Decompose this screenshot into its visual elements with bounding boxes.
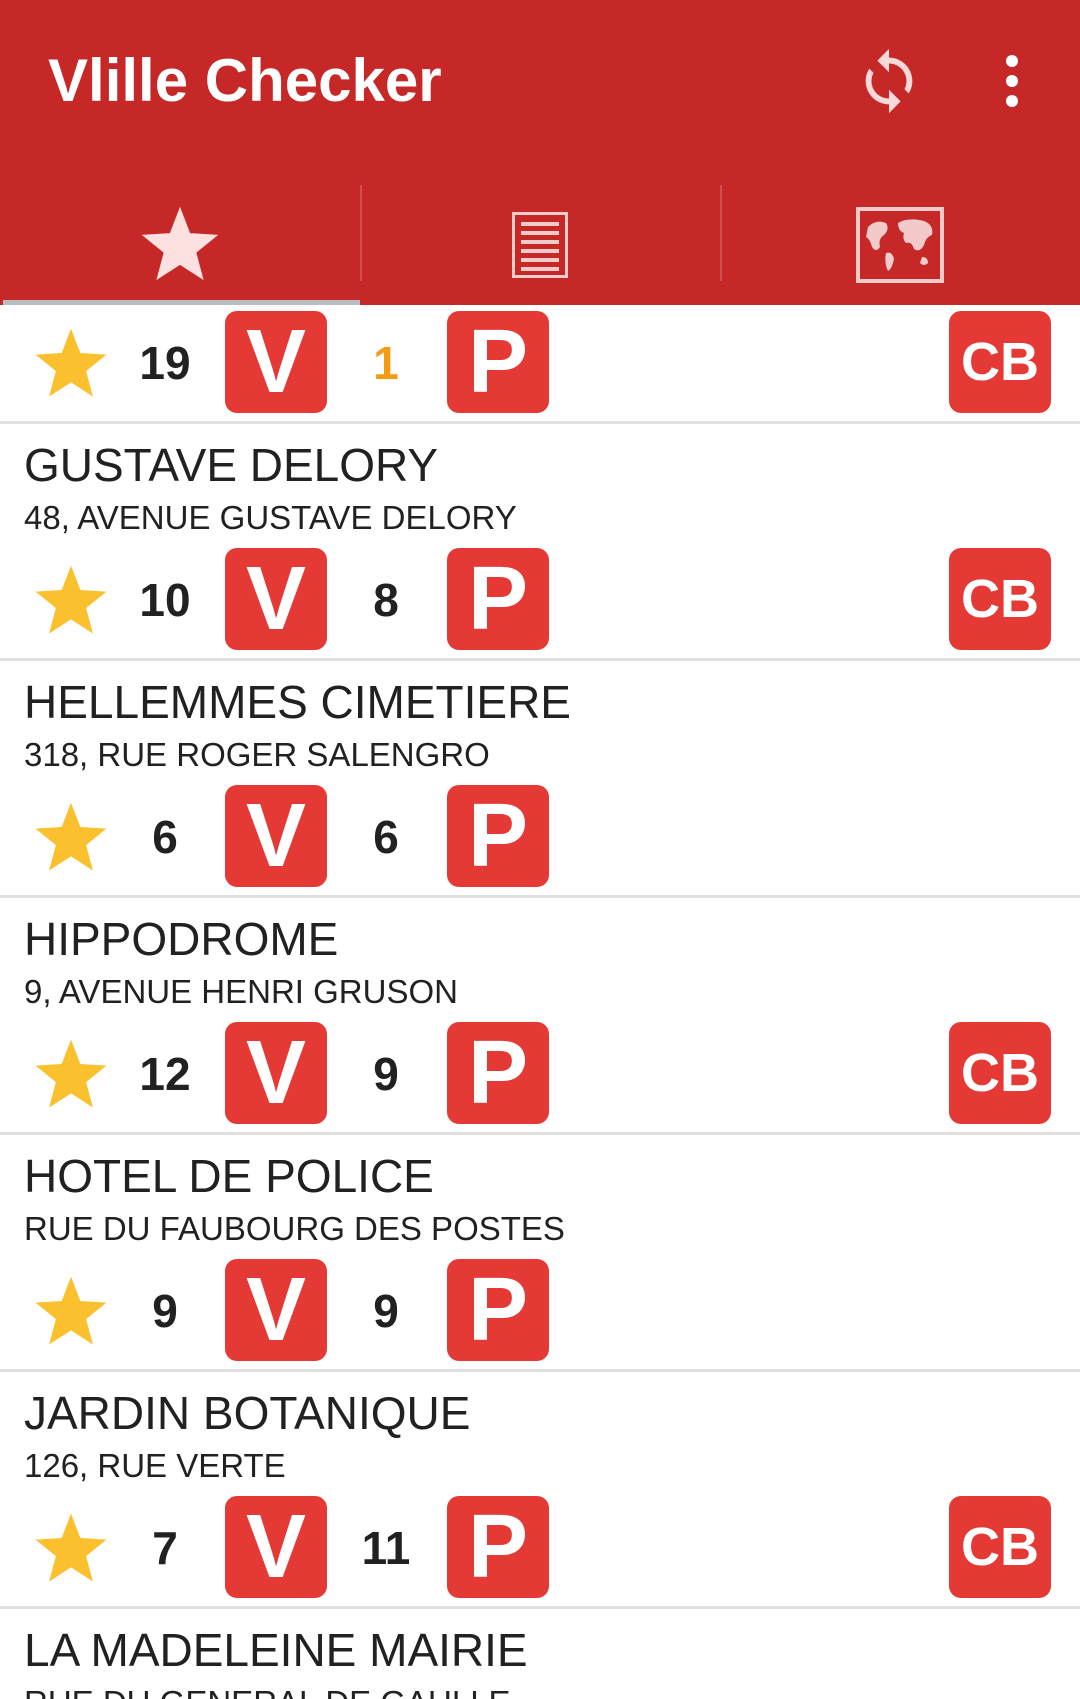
stands-badge: P [447, 1022, 549, 1124]
available-stands-count: 6 [373, 811, 399, 863]
station-address: 48, AVENUE GUSTAVE DELORY [24, 499, 517, 536]
favorite-star-icon[interactable] [32, 801, 110, 875]
station-name: JARDIN BOTANIQUE [24, 1387, 471, 1439]
available-stands-count: 11 [361, 1522, 411, 1574]
list-item[interactable]: 19 V 1 P CB [0, 305, 1080, 424]
station-name: LA MADELEINE MAIRIE [24, 1624, 528, 1676]
list-item[interactable]: GUSTAVE DELORY 48, AVENUE GUSTAVE DELORY… [0, 424, 1080, 661]
favorite-star-icon[interactable] [32, 327, 110, 401]
station-status-row: 10 V 8 P CB [0, 548, 1080, 652]
stands-badge: P [447, 785, 549, 887]
stands-badge: P [447, 1259, 549, 1361]
station-status-row: 9 V 9 P [0, 1259, 1080, 1363]
available-stands-count: 9 [373, 1285, 399, 1337]
list-item[interactable]: HOTEL DE POLICE RUE DU FAUBOURG DES POST… [0, 1135, 1080, 1372]
available-stands-count: 9 [373, 1048, 399, 1100]
list-icon [512, 212, 568, 278]
station-status-row: 19 V 1 P CB [0, 311, 1080, 415]
star-icon [141, 206, 219, 281]
card-payment-badge: CB [949, 1022, 1051, 1124]
favorite-star-icon[interactable] [32, 1512, 110, 1586]
stands-badge: P [447, 311, 549, 413]
refresh-icon [865, 48, 913, 114]
bikes-badge: V [225, 548, 327, 650]
app-title: Vlille Checker [48, 47, 442, 114]
station-name: GUSTAVE DELORY [24, 439, 439, 491]
bikes-badge: V [225, 1022, 327, 1124]
list-item[interactable]: HIPPODROME 9, AVENUE HENRI GRUSON 12 V 9… [0, 898, 1080, 1135]
bikes-badge: V [225, 1496, 327, 1598]
bikes-badge: V [225, 1259, 327, 1361]
app-bar: Vlille Checker [0, 0, 1080, 305]
available-bikes-count: 10 [139, 574, 191, 626]
tab-list[interactable] [360, 185, 720, 305]
bikes-badge: V [225, 311, 327, 413]
available-bikes-count: 6 [152, 811, 178, 863]
available-bikes-count: 12 [139, 1048, 191, 1100]
tab-separator [720, 185, 722, 281]
card-payment-badge: CB [949, 548, 1051, 650]
station-address: 9, AVENUE HENRI GRUSON [24, 973, 458, 1010]
list-item[interactable]: LA MADELEINE MAIRIE RUE DU GENERAL DE GA… [0, 1609, 1080, 1699]
stands-badge: P [447, 548, 549, 650]
card-payment-badge: CB [949, 311, 1051, 413]
favorite-star-icon[interactable] [32, 564, 110, 638]
available-stands-count: 8 [373, 574, 399, 626]
tab-map[interactable] [720, 185, 1080, 305]
bikes-badge: V [225, 785, 327, 887]
station-name: HOTEL DE POLICE [24, 1150, 434, 1202]
station-address: 318, RUE ROGER SALENGRO [24, 736, 490, 773]
available-bikes-count: 7 [152, 1522, 178, 1574]
station-name: HIPPODROME [24, 913, 339, 965]
station-address: RUE DU GENERAL DE GAULLE [24, 1684, 511, 1699]
station-list[interactable]: 19 V 1 P CB GUSTAVE DELORY 48, AVENUE GU… [0, 305, 1080, 1699]
favorite-star-icon[interactable] [32, 1275, 110, 1349]
list-item[interactable]: HELLEMMES CIMETIERE 318, RUE ROGER SALEN… [0, 661, 1080, 898]
card-payment-badge: CB [949, 1496, 1051, 1598]
station-status-row: 12 V 9 P CB [0, 1022, 1080, 1126]
station-address: 126, RUE VERTE [24, 1447, 286, 1484]
stands-badge: P [447, 1496, 549, 1598]
station-name: HELLEMMES CIMETIERE [24, 676, 571, 728]
tab-separator [360, 185, 362, 281]
available-stands-count: 1 [373, 337, 399, 389]
available-bikes-count: 9 [152, 1285, 178, 1337]
favorite-star-icon[interactable] [32, 1038, 110, 1112]
tab-bar [0, 185, 1080, 305]
station-status-row: 6 V 6 P [0, 785, 1080, 889]
list-item[interactable]: JARDIN BOTANIQUE 126, RUE VERTE 7 V 11 P… [0, 1372, 1080, 1609]
refresh-button[interactable] [848, 40, 930, 122]
more-vert-icon [1006, 55, 1018, 107]
map-icon [856, 207, 944, 283]
station-address: RUE DU FAUBOURG DES POSTES [24, 1210, 565, 1247]
available-bikes-count: 19 [139, 337, 191, 389]
station-status-row: 7 V 11 P CB [0, 1496, 1080, 1600]
tab-favorites[interactable] [0, 185, 360, 305]
overflow-menu-button[interactable] [972, 40, 1052, 122]
